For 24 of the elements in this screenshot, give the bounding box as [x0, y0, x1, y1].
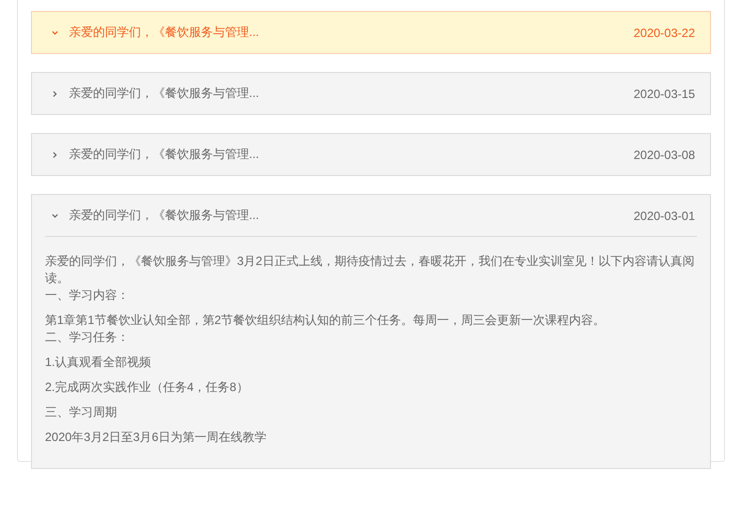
- notice-text: 三、学习周期: [45, 404, 118, 421]
- notice-title: 亲爱的同学们，《餐饮服务与管理...: [69, 24, 260, 41]
- chevron-down-icon: [51, 28, 59, 36]
- chevron-right-icon: [51, 90, 59, 98]
- notice-date: 2020-03-08: [634, 148, 695, 162]
- notice-text: 2020年3月2日至3月6日为第一周在线教学: [45, 429, 268, 446]
- notice-title: 亲爱的同学们，《餐饮服务与管理...: [69, 207, 260, 224]
- chevron-right-icon: [51, 150, 59, 158]
- notice-title: 亲爱的同学们，《餐饮服务与管理...: [69, 146, 260, 163]
- notice-header[interactable]: 亲爱的同学们，《餐饮服务与管理... 2020-03-08: [32, 134, 710, 175]
- notice-text: 亲爱的同学们，《餐饮服务与管理》3月2日正式上线，期待疫情过去，春暖花开，我们在专业实训室见！以下内容请认真阅读。: [45, 253, 696, 287]
- notice-header[interactable]: 亲爱的同学们，《餐饮服务与管理... 2020-03-15: [32, 73, 710, 114]
- chevron-down-icon: [51, 212, 59, 220]
- notice-header[interactable]: 亲爱的同学们，《餐饮服务与管理... 2020-03-22: [32, 12, 710, 53]
- notice-text: 2.完成两次实践作业（任务4，任务8）: [45, 379, 250, 396]
- notice-date: 2020-03-01: [634, 208, 695, 222]
- notice-text: 1.认真观看全部视频: [45, 354, 152, 371]
- notice-text: 二、学习任务：: [45, 329, 130, 346]
- notice-text: 第1章第1节餐饮业认知全部，第2节餐饮组织结构认知的前三个任务。每周一，周三会更新一次课程内容。: [45, 312, 606, 329]
- notice-date: 2020-03-22: [634, 26, 695, 40]
- notice-date: 2020-03-15: [634, 86, 695, 100]
- notice-title: 亲爱的同学们，《餐饮服务与管理...: [69, 85, 260, 102]
- notice-text: 一、学习内容：: [45, 287, 130, 304]
- notice-header[interactable]: 亲爱的同学们，《餐饮服务与管理... 2020-03-01: [32, 195, 710, 236]
